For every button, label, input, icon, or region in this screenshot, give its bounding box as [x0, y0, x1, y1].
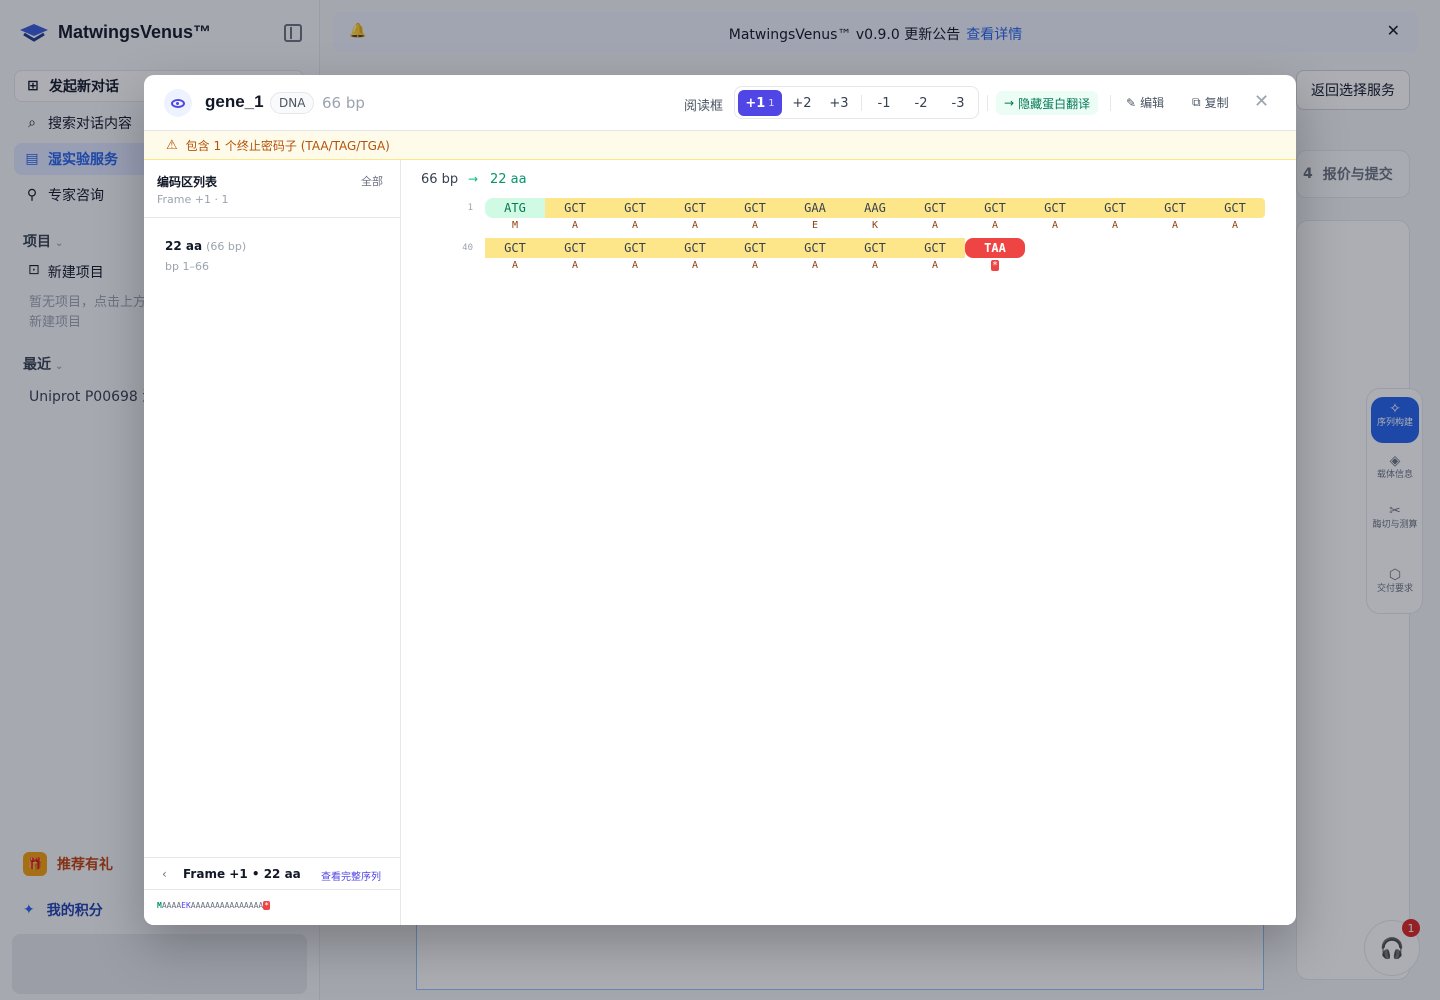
codon[interactable]: AAG: [845, 198, 905, 218]
codon[interactable]: GCT: [1085, 198, 1145, 218]
hide-translation-button[interactable]: → 隐藏蛋白翻译: [996, 91, 1099, 115]
frame-plus-3[interactable]: +3: [822, 90, 856, 116]
orf-footer: ‹ Frame +1 • 22 aa 查看完整序列 MAAAAEKAAAAAAA…: [144, 857, 400, 925]
amino-acid: A: [751, 260, 759, 271]
orf-list-panel: 编码区列表 Frame +1 · 1 全部 22 aa (66 bp) bp 1–…: [144, 160, 401, 925]
codon[interactable]: GCT: [785, 238, 845, 258]
amino-acid: A: [871, 260, 879, 271]
orf-range: bp 1–66: [165, 260, 209, 273]
arrow-right-icon: →: [1004, 96, 1015, 110]
chevron-left-icon[interactable]: ‹: [162, 867, 167, 881]
codon[interactable]: GCT: [965, 198, 1025, 218]
amino-acid: A: [691, 260, 699, 271]
orf-bp-length: (66 bp): [206, 240, 247, 253]
codon[interactable]: ATG: [485, 198, 545, 218]
frame-info: Frame +1 • 22 aa: [183, 867, 301, 881]
codon[interactable]: GCT: [725, 198, 785, 218]
orf-list-subtitle: Frame +1 · 1: [157, 193, 229, 206]
list-item[interactable]: 22 aa (66 bp) bp 1–66: [152, 227, 392, 273]
codon[interactable]: GCT: [725, 238, 785, 258]
sequence-viewer-modal: gene_1 DNA 66 bp 阅读框 +1 1 +2 +3 -1 -2 -3 …: [144, 75, 1296, 925]
close-icon[interactable]: ✕: [1254, 91, 1269, 112]
codon[interactable]: GCT: [665, 238, 725, 258]
copy-button[interactable]: ⧉ 复制: [1192, 94, 1229, 111]
amino-acid: A: [811, 260, 819, 271]
codon[interactable]: GCT: [905, 238, 965, 258]
codon[interactable]: GCT: [1025, 198, 1085, 218]
stop-codon-warning: ⚠ 包含 1 个终止密码子 (TAA/TAG/TGA): [144, 131, 1296, 160]
amino-acid: A: [571, 260, 579, 271]
codon[interactable]: GCT: [905, 198, 965, 218]
amino-acid: A: [931, 260, 939, 271]
pencil-icon: ✎: [1126, 95, 1137, 110]
codon[interactable]: GCT: [545, 238, 605, 258]
orf-list-header: 编码区列表 Frame +1 · 1 全部: [144, 160, 400, 218]
edit-button[interactable]: ✎ 编辑: [1126, 94, 1164, 111]
orf-aa-length: 22 aa: [165, 239, 203, 253]
viewer-aa-count: 22 aa: [490, 172, 527, 187]
amino-acid: A: [751, 220, 759, 231]
amino-acid: A: [1111, 220, 1119, 231]
frame-plus-1[interactable]: +1 1: [738, 90, 782, 116]
arrow-right-icon: →: [468, 172, 479, 186]
viewer-length: 66 bp: [421, 172, 459, 187]
amino-acid: A: [631, 260, 639, 271]
protein-sequence-strip: MAAAAEKAAAAAAAAAAAAAAA*: [157, 901, 271, 910]
amino-acid: A: [571, 220, 579, 231]
protein-residue: *: [263, 901, 271, 910]
sequence-name: gene_1: [205, 92, 264, 111]
amino-acid: A: [1171, 220, 1179, 231]
amino-acid: A: [631, 220, 639, 231]
amino-acid: K: [871, 220, 879, 231]
frame-minus-3[interactable]: -3: [941, 90, 975, 116]
codon[interactable]: GCT: [845, 238, 905, 258]
amino-acid: A: [931, 220, 939, 231]
codon[interactable]: GCT: [485, 238, 545, 258]
row-start-number: 1: [467, 203, 473, 213]
codon[interactable]: GCT: [1145, 198, 1205, 218]
amino-acid: *: [990, 260, 1000, 271]
orf-list-all-button[interactable]: 全部: [361, 173, 383, 189]
copy-icon: ⧉: [1192, 95, 1201, 109]
orf-list-title: 编码区列表: [157, 175, 218, 189]
sequence-viewer: 66 bp → 22 aa 1 ATG M GCT A GCT A GCT A GCT A GAA E A…: [401, 160, 1296, 925]
reading-frame-label: 阅读框: [684, 99, 724, 114]
sequence-type-badge: DNA: [270, 92, 315, 114]
amino-acid: A: [1231, 220, 1239, 231]
frame-plus-2[interactable]: +2: [785, 90, 819, 116]
sequence-length: 66 bp: [322, 94, 365, 112]
codon[interactable]: TAA: [965, 238, 1025, 258]
view-full-sequence-link[interactable]: 查看完整序列: [321, 868, 381, 883]
codon[interactable]: GCT: [605, 238, 665, 258]
codon[interactable]: GAA: [785, 198, 845, 218]
reading-frame-selector: +1 1 +2 +3 -1 -2 -3: [734, 86, 979, 119]
warning-text: 包含 1 个终止密码子 (TAA/TAG/TGA): [185, 138, 390, 153]
amino-acid: A: [511, 260, 519, 271]
amino-acid: A: [1051, 220, 1059, 231]
codon[interactable]: GCT: [1205, 198, 1265, 218]
modal-header: gene_1 DNA 66 bp 阅读框 +1 1 +2 +3 -1 -2 -3 …: [144, 75, 1296, 131]
codon[interactable]: GCT: [665, 198, 725, 218]
frame-minus-2[interactable]: -2: [904, 90, 938, 116]
codon[interactable]: GCT: [605, 198, 665, 218]
amino-acid: A: [691, 220, 699, 231]
eye-icon[interactable]: [164, 89, 192, 117]
amino-acid: M: [511, 220, 519, 231]
warning-icon: ⚠: [166, 137, 178, 153]
amino-acid: E: [811, 220, 819, 231]
row-start-number: 40: [462, 243, 473, 253]
codon[interactable]: GCT: [545, 198, 605, 218]
frame-minus-1[interactable]: -1: [867, 90, 901, 116]
amino-acid: A: [991, 220, 999, 231]
